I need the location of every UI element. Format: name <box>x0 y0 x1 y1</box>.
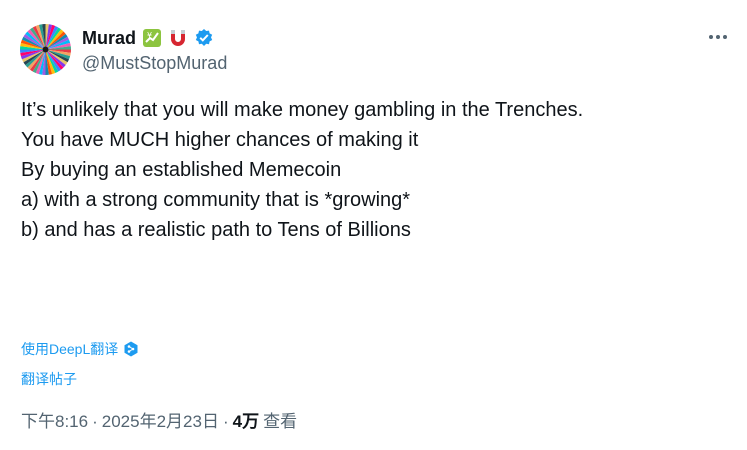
views-count[interactable]: 4万 <box>233 411 259 433</box>
translate-post-link[interactable]: 翻译帖子 <box>21 370 77 388</box>
views-label[interactable]: 查看 <box>263 411 297 433</box>
post-line: By buying an established Memecoin <box>21 159 342 181</box>
post-time[interactable]: 下午8:16 <box>21 411 88 433</box>
post-line: a) with a strong community that is *grow… <box>21 189 411 211</box>
post-line: You have MUCH higher chances of making i… <box>21 129 419 151</box>
post-date[interactable]: 2025年2月23日 <box>102 411 219 433</box>
deepl-translate-label: 使用DeepL翻译 <box>21 341 119 357</box>
post-line: It’s unlikely that you will make money g… <box>21 99 584 121</box>
chart-yen-emoji-icon: ¥ <box>142 28 162 48</box>
more-options-button[interactable] <box>705 26 731 48</box>
author-header: Murad ¥ <box>82 27 214 49</box>
tweet-card: Murad ¥ @MustStopMurad It’s unlikely tha… <box>0 0 747 450</box>
magnet-emoji-icon <box>168 28 188 48</box>
meta-separator: · <box>222 412 229 431</box>
more-dots-icon <box>709 35 727 39</box>
author-handle[interactable]: @MustStopMurad <box>82 52 227 74</box>
post-meta: 下午8:16 · 2025年2月23日 · 4万 查看 <box>21 411 297 433</box>
meta-separator: · <box>92 412 98 431</box>
deepl-logo-icon <box>124 341 138 357</box>
avatar[interactable] <box>20 24 71 75</box>
verified-badge-icon[interactable] <box>194 28 214 48</box>
post-line: b) and has a realistic path to Tens of B… <box>21 219 411 241</box>
svg-text:¥: ¥ <box>147 31 152 40</box>
author-display-name[interactable]: Murad <box>82 27 136 49</box>
post-text: It’s unlikely that you will make money g… <box>21 95 721 245</box>
deepl-translate-link[interactable]: 使用DeepL翻译 <box>21 340 138 358</box>
